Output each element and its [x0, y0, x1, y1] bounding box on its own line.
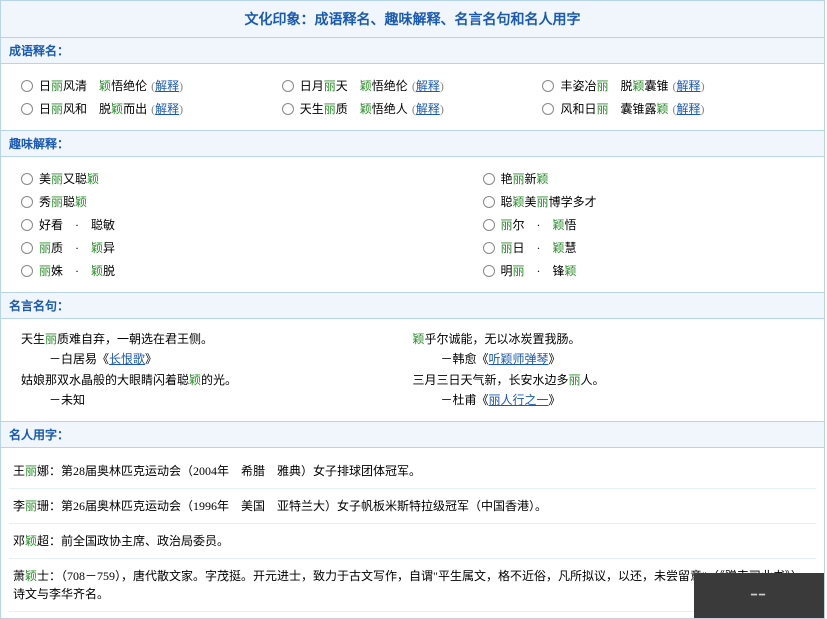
fun-item[interactable]: 明丽 · 锋颖 — [483, 259, 805, 282]
page-title: 文化印象：成语释名、趣味解释、名言名句和名人用字 — [1, 1, 824, 38]
person-row: 邓颖超：前全国政协主席、政治局委员。 — [9, 524, 816, 559]
idiom-text: 日月丽天 颖悟绝伦 — [300, 77, 408, 94]
fun-item[interactable]: 好看 · 聪敏 — [21, 213, 413, 236]
idiom-text: 风和日丽 囊锥露颖 — [560, 100, 668, 117]
person-name: 邓颖超 — [13, 534, 49, 548]
quote-source: －杜甫《丽人行之一》 — [413, 390, 805, 410]
quote-source: －韩愈《听颖师弹琴》 — [413, 349, 805, 369]
radio-icon[interactable] — [282, 103, 294, 115]
fun-item[interactable]: 丽质 · 颖异 — [21, 236, 413, 259]
idiom-text: 丰姿冶丽 脱颖囊锥 — [560, 77, 668, 94]
radio-icon[interactable] — [483, 219, 495, 231]
radio-icon[interactable] — [21, 173, 33, 185]
person-desc: ：第28届奥林匹克运动会（2004年 希腊 雅典）女子排球团体冠军。 — [49, 464, 421, 478]
idiom-text: 天生丽质 颖悟绝人 — [300, 100, 408, 117]
idiom-text: 日丽风和 脱颖而出 — [39, 100, 147, 117]
radio-icon[interactable] — [542, 103, 554, 115]
radio-icon[interactable] — [21, 80, 33, 92]
radio-icon[interactable] — [21, 196, 33, 208]
idiom-item[interactable]: 风和日丽 囊锥露颖 (解释) — [542, 97, 803, 120]
fun-text: 好看 · 聪敏 — [39, 216, 115, 233]
explain-link[interactable]: (解释) — [673, 100, 705, 117]
quotes-body: 天生丽质难自弃，一朝选在君王侧。－白居易《长恨歌》姑娘那双水晶般的大眼睛闪着聪颖… — [1, 319, 824, 421]
radio-icon[interactable] — [21, 242, 33, 254]
person-desc: ：（708－759），唐代散文家。字茂挺。开元进士，致力于古文写作，自谓"平生属… — [13, 569, 809, 601]
quote-text: 颖乎尔诚能，无以冰炭置我肠。 — [413, 329, 805, 349]
idiom-item[interactable]: 日丽风清 颖悟绝伦(解释) — [21, 74, 282, 97]
section-header-quotes: 名言名句： — [1, 292, 824, 319]
quote-text: 三月三日天气新，长安水边多丽人。 — [413, 370, 805, 390]
person-row: 李丽珊：第26届奥林匹克运动会（1996年 美国 亚特兰大）女子帆板米斯特拉级冠… — [9, 489, 816, 524]
radio-icon[interactable] — [21, 103, 33, 115]
fun-item[interactable]: 丽姝 · 颖脱 — [21, 259, 413, 282]
idiom-body: 日丽风清 颖悟绝伦(解释)日月丽天 颖悟绝伦(解释)丰姿冶丽 脱颖囊锥(解释)日… — [1, 64, 824, 130]
quote-source: －白居易《长恨歌》 — [21, 349, 413, 369]
section-header-fun: 趣味解释： — [1, 130, 824, 157]
person-name: 萧颖士 — [13, 569, 49, 583]
quote-source: －未知 — [21, 390, 413, 410]
idiom-text: 日丽风清 颖悟绝伦 — [39, 77, 147, 94]
idiom-item[interactable]: 丰姿冶丽 脱颖囊锥 (解释) — [542, 74, 803, 97]
fun-item[interactable]: 艳丽新颖 — [483, 167, 805, 190]
fun-text: 明丽 · 锋颖 — [501, 262, 577, 279]
fun-text: 丽姝 · 颖脱 — [39, 262, 115, 279]
radio-icon[interactable] — [483, 242, 495, 254]
radio-icon[interactable] — [483, 173, 495, 185]
person-desc: ：第26届奥林匹克运动会（1996年 美国 亚特兰大）女子帆板米斯特拉级冠军（中… — [49, 499, 547, 513]
explain-link[interactable]: (解释) — [151, 100, 183, 117]
section-header-idiom: 成语释名： — [1, 38, 824, 64]
fun-item[interactable]: 秀丽聪颖 — [21, 190, 413, 213]
fun-text: 美丽又聪颖 — [39, 170, 99, 187]
radio-icon[interactable] — [483, 196, 495, 208]
explain-link[interactable]: (解释) — [412, 77, 444, 94]
fun-item[interactable]: 美丽又聪颖 — [21, 167, 413, 190]
fun-text: 丽质 · 颖异 — [39, 239, 115, 256]
person-row: 王丽娜：第28届奥林匹克运动会（2004年 希腊 雅典）女子排球团体冠军。 — [9, 454, 816, 489]
radio-icon[interactable] — [542, 80, 554, 92]
quote-text: 天生丽质难自弃，一朝选在君王侧。 — [21, 329, 413, 349]
fun-item[interactable]: 丽日 · 颖慧 — [483, 236, 805, 259]
idiom-item[interactable]: 日丽风和 脱颖而出(解释) — [21, 97, 282, 120]
quote-link[interactable]: 丽人行之一 — [489, 393, 549, 407]
idiom-item[interactable]: 天生丽质 颖悟绝人(解释) — [282, 97, 543, 120]
fun-item[interactable]: 聪颖美丽博学多才 — [483, 190, 805, 213]
person-name: 李丽珊 — [13, 499, 49, 513]
explain-link[interactable]: (解释) — [412, 100, 444, 117]
radio-icon[interactable] — [483, 265, 495, 277]
fun-item[interactable]: 丽尔 · 颖悟 — [483, 213, 805, 236]
quote-link[interactable]: 听颖师弹琴 — [489, 352, 549, 366]
idiom-item[interactable]: 日月丽天 颖悟绝伦(解释) — [282, 74, 543, 97]
quote-text: 姑娘那双水晶般的大眼睛闪着聪颖的光。 — [21, 370, 413, 390]
person-name: 王丽娜 — [13, 464, 49, 478]
fun-text: 丽日 · 颖慧 — [501, 239, 577, 256]
radio-icon[interactable] — [21, 219, 33, 231]
fun-body: 美丽又聪颖秀丽聪颖好看 · 聪敏丽质 · 颖异丽姝 · 颖脱 艳丽新颖聪颖美丽博… — [1, 157, 824, 292]
fun-text: 丽尔 · 颖悟 — [501, 216, 577, 233]
radio-icon[interactable] — [21, 265, 33, 277]
fun-text: 艳丽新颖 — [501, 170, 549, 187]
people-body: 王丽娜：第28届奥林匹克运动会（2004年 希腊 雅典）女子排球团体冠军。李丽珊… — [1, 448, 824, 618]
overlay-widget: ━━ — [694, 573, 824, 618]
explain-link[interactable]: (解释) — [151, 77, 183, 94]
radio-icon[interactable] — [282, 80, 294, 92]
explain-link[interactable]: (解释) — [673, 77, 705, 94]
person-desc: ：前全国政协主席、政治局委员。 — [49, 534, 229, 548]
fun-text: 聪颖美丽博学多才 — [501, 193, 597, 210]
fun-text: 秀丽聪颖 — [39, 193, 87, 210]
quote-link[interactable]: 长恨歌 — [109, 352, 145, 366]
section-header-people: 名人用字： — [1, 421, 824, 448]
